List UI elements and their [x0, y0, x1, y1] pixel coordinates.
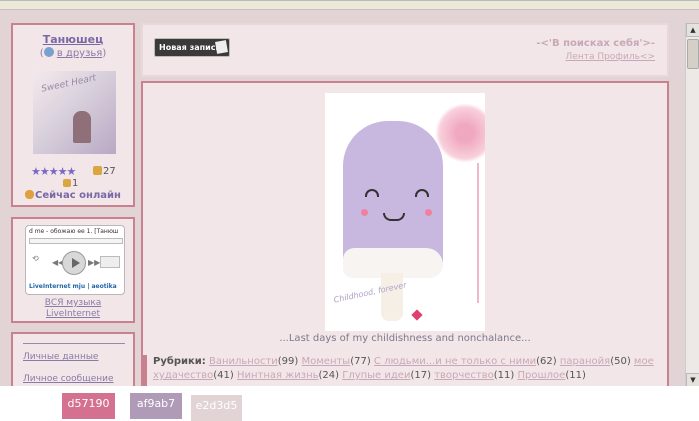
music-player-panel: d me - обожаю ее 1. [Танюш ⟲ ◀◀ ▶▶ LiveI…: [11, 217, 135, 323]
profile-links-panel: Личные данные Личное сообщение: [11, 332, 135, 386]
rubric-count: (62): [536, 356, 557, 367]
rating-stars: ★★★★★: [31, 165, 76, 178]
color-palette: d57190 af9ab7 e2d3d5: [0, 386, 699, 421]
player-controls: ⟲ ◀◀ ▶▶: [30, 250, 122, 278]
swatch-rose: e2d3d5: [191, 395, 242, 421]
rubric-link[interactable]: С людьми...и не только с ними: [374, 356, 536, 367]
rubric-link[interactable]: Нинтная жизнь: [237, 370, 319, 381]
swatch-pink: d57190: [62, 393, 115, 419]
avatar-caption: Sweet Heart: [40, 73, 98, 95]
scroll-thumb[interactable]: [687, 39, 699, 69]
new-post-button[interactable]: Новая запись: [154, 38, 230, 57]
online-label: Сейчас онлайн: [35, 190, 121, 201]
personal-message-link[interactable]: Личное сообщение: [23, 374, 114, 384]
scroll-up-icon[interactable]: ▲: [686, 23, 699, 37]
rubric-count: (41): [213, 370, 234, 381]
vote-value: 1: [72, 178, 79, 189]
rubric-count: (50): [610, 356, 631, 367]
new-post-label: Новая запись: [159, 43, 221, 52]
online-status: Сейчас онлайн: [13, 190, 133, 201]
online-icon: [25, 190, 35, 199]
progress-bar[interactable]: [29, 238, 123, 244]
eye-left: [365, 189, 379, 197]
music-player[interactable]: d me - обожаю ее 1. [Танюш ⟲ ◀◀ ▶▶ LiveI…: [25, 225, 125, 295]
post-image[interactable]: Childhood, forever: [325, 93, 485, 331]
thumb-icon: [93, 166, 102, 175]
rubric-count: (24): [318, 370, 340, 381]
rating-value: 27: [103, 166, 116, 177]
add-friend-label[interactable]: в друзья: [57, 48, 102, 59]
pencil-icon: [215, 40, 228, 54]
track-title: d me - обожаю ее 1. [Танюш: [29, 228, 119, 235]
heart-icon: [411, 309, 423, 321]
friend-icon: [43, 47, 54, 57]
rubric-link[interactable]: творчество: [434, 370, 494, 381]
rubric-link[interactable]: Ванильности: [209, 356, 278, 367]
rubric-count: (11): [493, 370, 515, 381]
rubric-link[interactable]: Глупые идеи: [342, 370, 410, 381]
swatch-lilac: af9ab7: [130, 393, 182, 419]
rubric-link[interactable]: Прошлое: [518, 370, 566, 381]
blog-header: Новая запись -<'В поисках себя'>- Лента …: [141, 23, 669, 77]
cheek-right: [425, 209, 432, 216]
flower-graphic: [435, 103, 485, 163]
cheek-left: [361, 209, 368, 216]
play-button[interactable]: [62, 251, 86, 275]
divider: [23, 343, 125, 344]
scroll-down-icon[interactable]: ▼: [686, 373, 699, 386]
volume-slider[interactable]: [100, 256, 120, 268]
blog-title-link[interactable]: -<'В поисках себя'>-: [536, 38, 655, 49]
rating-count: 27: [93, 166, 116, 177]
vote-count[interactable]: 1: [63, 178, 78, 189]
vertical-scrollbar[interactable]: ▲ ▼: [685, 23, 699, 386]
stem-graphic: [477, 163, 479, 303]
avatar[interactable]: Sweet Heart: [33, 71, 116, 154]
feed-profile-link[interactable]: Лента Профиль<>: [566, 52, 655, 62]
loop-icon[interactable]: ⟲: [32, 254, 39, 263]
rubric-count: (99): [277, 356, 299, 367]
post-panel: Childhood, forever ...Last days of my ch…: [141, 81, 669, 386]
avatar-figure: [73, 111, 91, 143]
eye-right: [415, 189, 429, 197]
rubric-count: (11): [565, 370, 586, 381]
profile-name-link[interactable]: Танюшец: [13, 33, 133, 46]
rubric-count: (77): [350, 356, 371, 367]
profile-panel: Танюшец ( в друзья) Sweet Heart ★★★★★ 27…: [11, 23, 135, 207]
rubrics-list: Рубрики: Ванильности(99) Моменты(77) С л…: [143, 355, 667, 386]
rubrics-label: Рубрики:: [153, 356, 206, 367]
post-caption: ...Last days of my childishness and nonc…: [279, 333, 531, 344]
add-friend-link[interactable]: ( в друзья): [13, 47, 133, 59]
personal-data-link[interactable]: Личные данные: [23, 352, 98, 362]
browser-viewport: Танюшец ( в друзья) Sweet Heart ★★★★★ 27…: [0, 0, 699, 386]
rubric-count: (17): [410, 370, 431, 381]
vote-icon: [63, 179, 71, 187]
liveinternet-link[interactable]: LiveInternet: [13, 309, 133, 319]
all-music-link[interactable]: ВСЯ музыка: [13, 298, 133, 308]
next-icon[interactable]: ▶▶: [88, 258, 100, 267]
rubric-link[interactable]: паранойя: [560, 356, 610, 367]
rubric-link[interactable]: Моменты: [302, 356, 351, 367]
toolbar-edge: [0, 1, 699, 10]
stick-graphic: [381, 273, 403, 321]
player-brand: LiveInternet mju | aeotika: [29, 283, 117, 290]
